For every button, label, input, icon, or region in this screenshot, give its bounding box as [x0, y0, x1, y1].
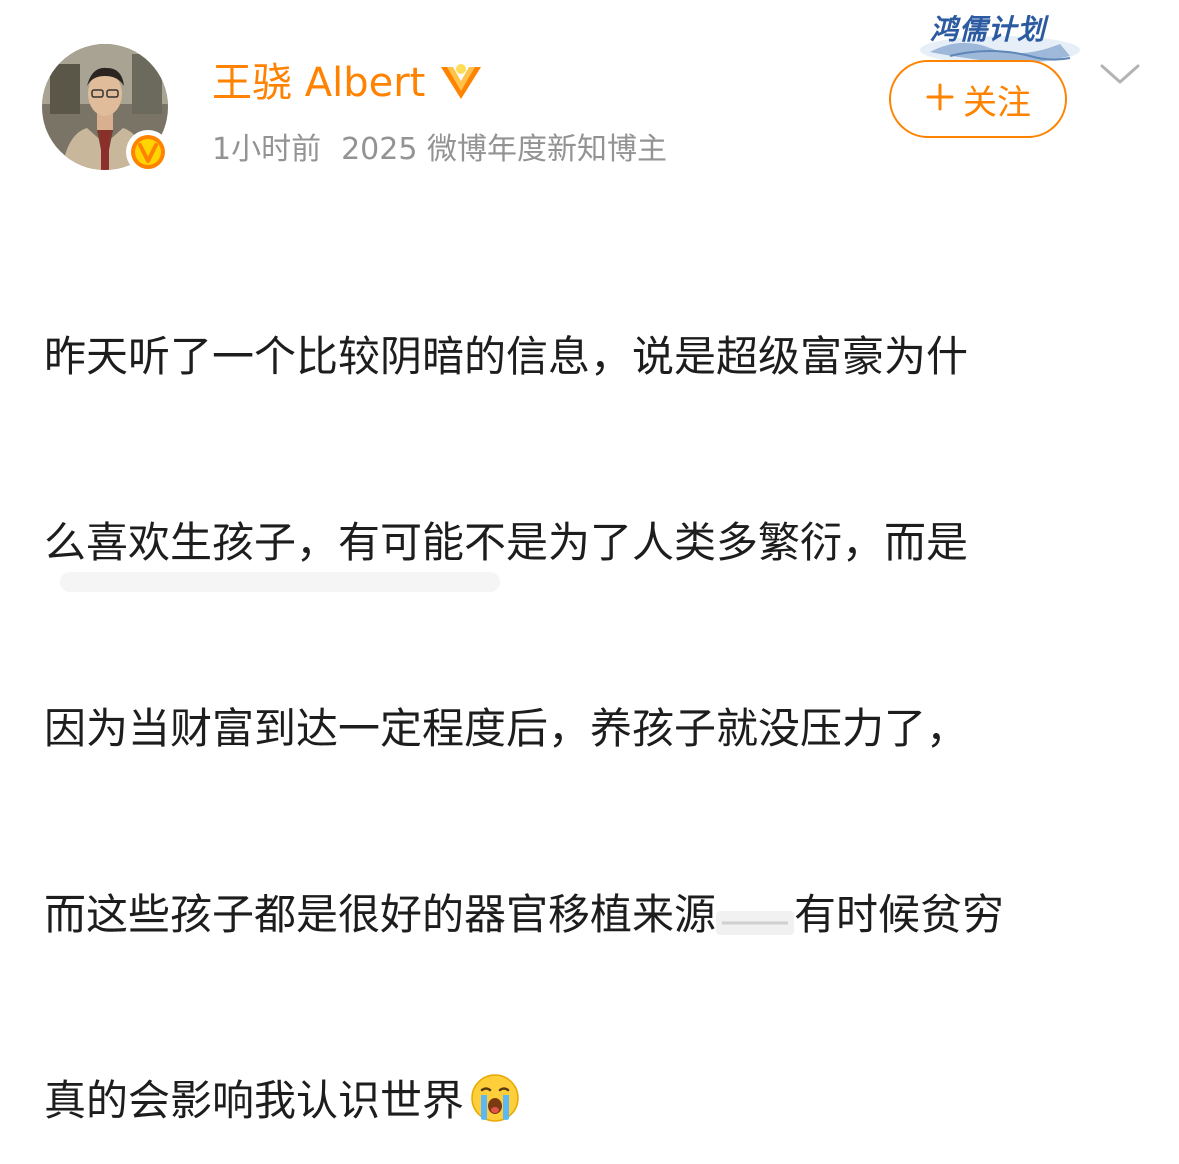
follow-label: 关注 — [963, 82, 1031, 123]
post-time: 1小时前 — [212, 132, 322, 167]
post-content: 昨天听了一个比较阴暗的信息，说是超级富豪为什 么喜欢生孩子，有可能不是为了人类多… — [44, 202, 1144, 1164]
author-row: 王骁 Albert — [212, 55, 483, 111]
post-line-part: 而这些孩子都是很好的器官移植来源 — [44, 890, 717, 939]
chevron-down-icon — [1100, 64, 1140, 84]
post-line-part: 真的会影响我认识世界 — [44, 1076, 465, 1125]
author-title-badge[interactable]: 2025 微博年度新知博主 — [341, 124, 667, 168]
dash-cover — [716, 898, 795, 938]
post-line: 因为当财富到达一定程度后，养孩子就没压力了， — [44, 704, 969, 753]
crying-face-emoji-icon — [470, 1073, 520, 1123]
post-line: 真的会影响我认识世界 — [44, 1070, 1144, 1132]
follow-button[interactable]: 关注 — [889, 60, 1067, 138]
vip-medal-icon — [439, 61, 483, 105]
plus-icon — [925, 79, 955, 119]
post-meta: 1小时前 2025 微博年度新知博主 — [212, 124, 667, 168]
author-name[interactable]: 王骁 Albert — [212, 55, 425, 111]
more-options-button[interactable] — [1096, 58, 1144, 90]
post-line-part: 有时候贫穷 — [794, 890, 1005, 939]
post-line: 昨天听了一个比较阴暗的信息，说是超级富豪为什 — [44, 332, 969, 381]
post-line: 么喜欢生孩子，有可能不是为了人类多繁衍，而是 — [44, 518, 969, 567]
post-line: 而这些孩子都是很好的器官移植来源 有时候贫穷 — [44, 884, 1144, 946]
campaign-badge[interactable]: 鸿儒计划 — [910, 6, 1082, 68]
verified-badge-icon — [126, 130, 170, 174]
next-section-edge — [60, 572, 500, 592]
campaign-label: 鸿儒计划 — [930, 13, 1047, 46]
